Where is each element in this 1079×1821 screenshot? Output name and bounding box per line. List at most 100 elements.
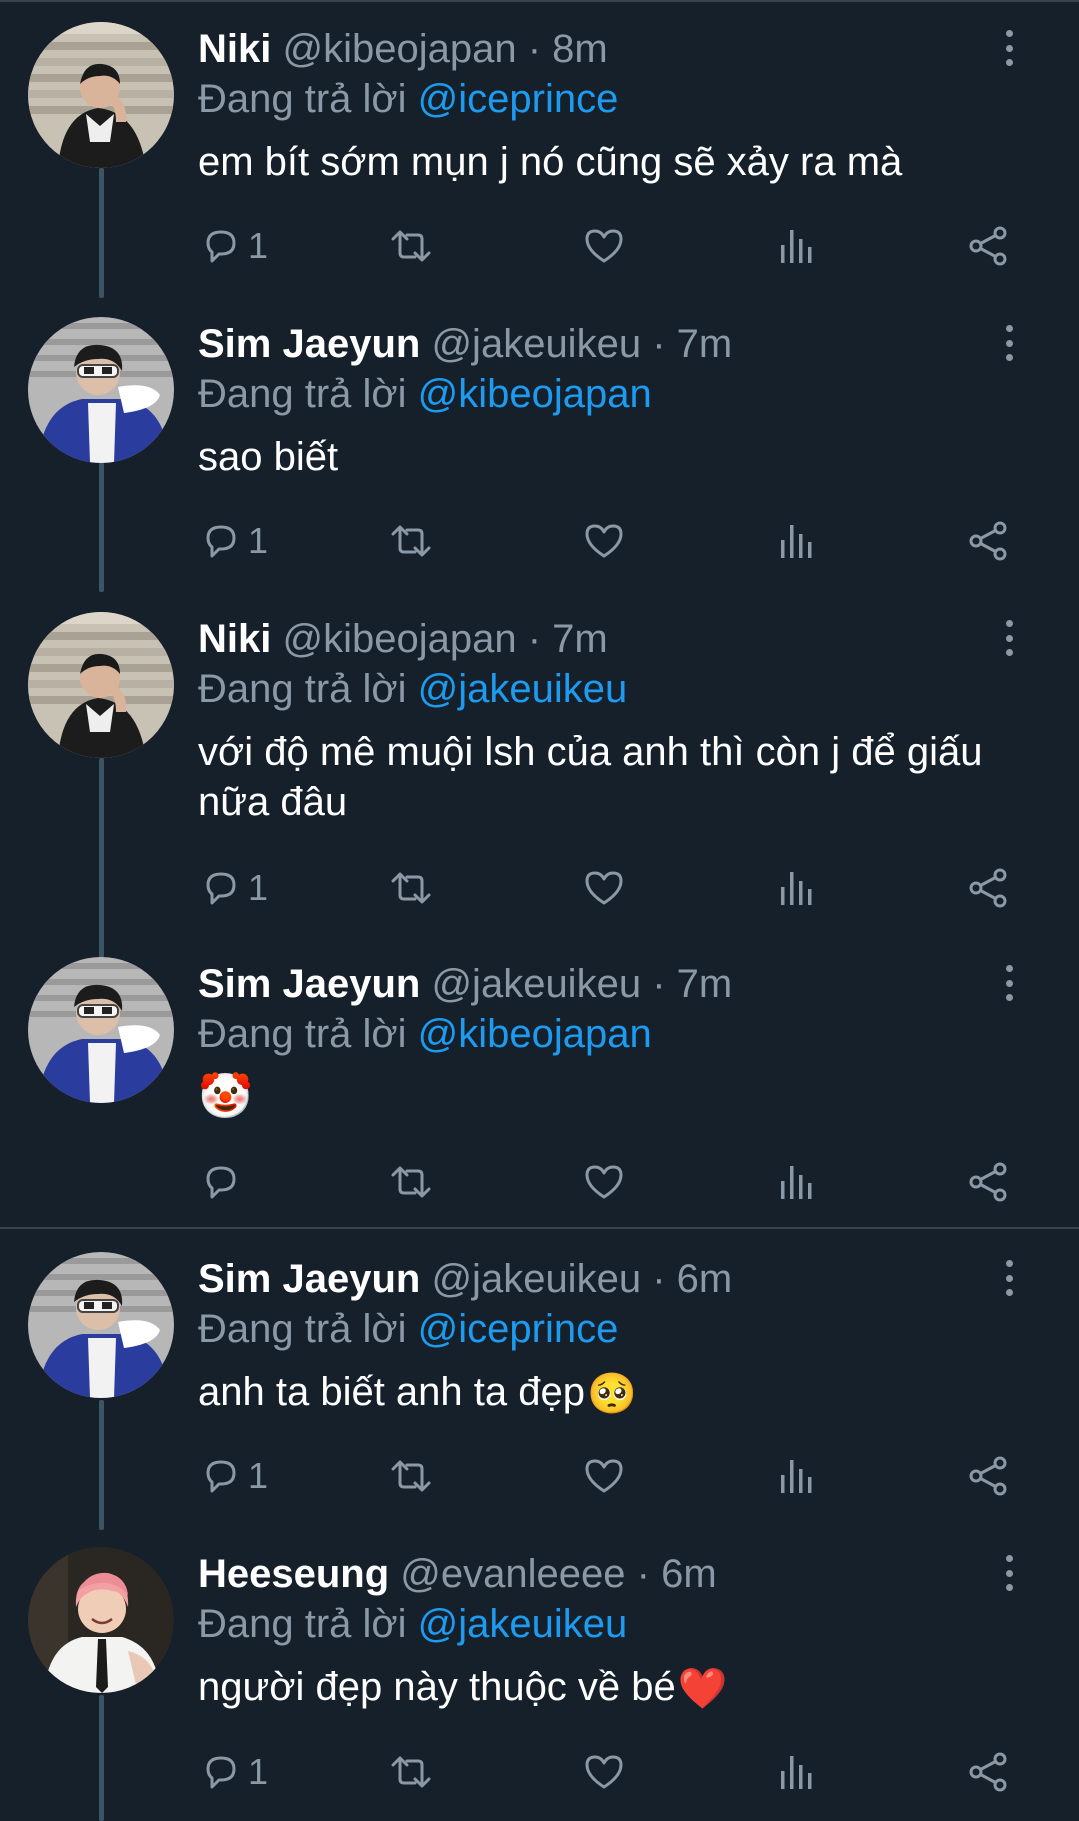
timestamp[interactable]: 6m xyxy=(677,1257,733,1301)
tweet-header: Niki @kibeojapan · 8m xyxy=(198,26,608,72)
mention-link[interactable]: @iceprince xyxy=(418,1307,619,1351)
mention-link[interactable]: @jakeuikeu xyxy=(418,667,628,711)
reply-icon xyxy=(206,872,236,905)
reply-button[interactable] xyxy=(200,1157,248,1207)
retweet-button[interactable] xyxy=(389,1157,433,1207)
views-button[interactable] xyxy=(778,516,816,566)
author-handle[interactable]: @kibeojapan xyxy=(282,27,516,71)
share-button[interactable] xyxy=(966,1157,1010,1207)
avatar[interactable] xyxy=(28,317,174,463)
author-name[interactable]: Sim Jaeyun xyxy=(198,1257,420,1301)
author-name[interactable]: Niki xyxy=(198,617,271,661)
tweet[interactable]: Niki @kibeojapan · 7m Đang trả lời @jake… xyxy=(0,590,1079,935)
author-handle[interactable]: @jakeuikeu xyxy=(431,1257,641,1301)
retweet-icon xyxy=(391,1756,431,1788)
views-button[interactable] xyxy=(778,1747,816,1797)
retweet-button[interactable] xyxy=(389,221,433,271)
retweet-icon xyxy=(391,1166,431,1198)
more-vertical-icon[interactable] xyxy=(997,965,1021,1001)
tweet[interactable]: Heeseung @evanleeee · 6m Đang trả lời @j… xyxy=(0,1525,1079,1821)
like-button[interactable] xyxy=(582,863,626,913)
replying-to: Đang trả lời @kibeojapan xyxy=(198,1011,652,1057)
tweet[interactable]: Niki @kibeojapan · 8m Đang trả lời @icep… xyxy=(0,0,1079,295)
share-button[interactable] xyxy=(966,1451,1010,1501)
like-button[interactable] xyxy=(582,221,626,271)
reply-count: 1 xyxy=(248,520,269,561)
share-button[interactable] xyxy=(966,863,1010,913)
tweet-header: Sim Jaeyun @jakeuikeu · 7m xyxy=(198,961,732,1007)
separator: · xyxy=(652,322,666,366)
replying-to-label: Đang trả lời xyxy=(198,1602,407,1646)
clown-emoji: 🤡 xyxy=(198,1071,253,1122)
reply-icon xyxy=(206,1166,236,1199)
reply-button[interactable]: 1 xyxy=(200,1451,268,1501)
tweet-header: Sim Jaeyun @jakeuikeu · 7m xyxy=(198,321,732,367)
tweet[interactable]: Sim Jaeyun @jakeuikeu · 7m Đang trả lời … xyxy=(0,935,1079,1228)
share-button[interactable] xyxy=(966,1747,1010,1797)
author-handle[interactable]: @jakeuikeu xyxy=(431,322,641,366)
like-button[interactable] xyxy=(582,1451,626,1501)
views-icon xyxy=(781,230,812,263)
retweet-button[interactable] xyxy=(389,516,433,566)
reply-button[interactable]: 1 xyxy=(200,221,268,271)
reply-icon xyxy=(206,525,236,558)
author-name[interactable]: Sim Jaeyun xyxy=(198,962,420,1006)
views-button[interactable] xyxy=(778,863,816,913)
author-handle[interactable]: @jakeuikeu xyxy=(431,962,641,1006)
like-button[interactable] xyxy=(582,1747,626,1797)
share-button[interactable] xyxy=(966,221,1010,271)
timestamp[interactable]: 7m xyxy=(677,322,733,366)
tweet[interactable]: Sim Jaeyun @jakeuikeu · 6m Đang trả lời … xyxy=(0,1230,1079,1525)
mention-link[interactable]: @jakeuikeu xyxy=(418,1602,628,1646)
views-icon xyxy=(781,872,812,905)
author-handle[interactable]: @kibeojapan xyxy=(282,617,516,661)
timestamp[interactable]: 7m xyxy=(677,962,733,1006)
views-button[interactable] xyxy=(778,1157,816,1207)
timestamp[interactable]: 7m xyxy=(552,617,608,661)
views-button[interactable] xyxy=(778,221,816,271)
tweet-text: 🤡 xyxy=(198,1072,1058,1123)
separator: · xyxy=(652,962,666,1006)
author-name[interactable]: Niki xyxy=(198,27,271,71)
timestamp[interactable]: 8m xyxy=(552,27,608,71)
action-bar xyxy=(0,1157,1079,1207)
avatar[interactable] xyxy=(28,1252,174,1398)
retweet-icon xyxy=(391,525,431,557)
author-name[interactable]: Heeseung xyxy=(198,1552,389,1596)
like-button[interactable] xyxy=(582,1157,626,1207)
separator: · xyxy=(527,27,542,71)
views-icon xyxy=(781,525,812,558)
more-vertical-icon[interactable] xyxy=(997,30,1021,66)
mention-link[interactable]: @iceprince xyxy=(418,77,619,121)
retweet-button[interactable] xyxy=(389,863,433,913)
action-bar: 1 xyxy=(0,221,1079,271)
tweet-text: người đẹp này thuộc về bé❤️ xyxy=(198,1662,1058,1714)
author-name[interactable]: Sim Jaeyun xyxy=(198,322,420,366)
share-button[interactable] xyxy=(966,516,1010,566)
more-vertical-icon[interactable] xyxy=(997,1260,1021,1296)
avatar[interactable] xyxy=(28,612,174,758)
more-vertical-icon[interactable] xyxy=(997,325,1021,361)
reply-button[interactable]: 1 xyxy=(200,516,268,566)
replying-to: Đang trả lời @kibeojapan xyxy=(198,371,652,417)
heart-icon xyxy=(585,1755,623,1789)
action-bar: 1 xyxy=(0,1747,1079,1797)
retweet-button[interactable] xyxy=(389,1451,433,1501)
avatar[interactable] xyxy=(28,957,174,1103)
more-vertical-icon[interactable] xyxy=(997,620,1021,656)
mention-link[interactable]: @kibeojapan xyxy=(418,372,652,416)
author-handle[interactable]: @evanleeee xyxy=(400,1552,625,1596)
timestamp[interactable]: 6m xyxy=(661,1552,717,1596)
reply-button[interactable]: 1 xyxy=(200,863,268,913)
like-button[interactable] xyxy=(582,516,626,566)
tweet-header: Niki @kibeojapan · 7m xyxy=(198,616,608,662)
avatar[interactable] xyxy=(28,1547,174,1693)
reply-button[interactable]: 1 xyxy=(200,1747,268,1797)
more-vertical-icon[interactable] xyxy=(997,1555,1021,1591)
avatar[interactable] xyxy=(28,22,174,168)
retweet-button[interactable] xyxy=(389,1747,433,1797)
views-button[interactable] xyxy=(778,1451,816,1501)
tweet[interactable]: Sim Jaeyun @jakeuikeu · 7m Đang trả lời … xyxy=(0,295,1079,590)
mention-link[interactable]: @kibeojapan xyxy=(418,1012,652,1056)
reply-icon xyxy=(206,1756,236,1789)
